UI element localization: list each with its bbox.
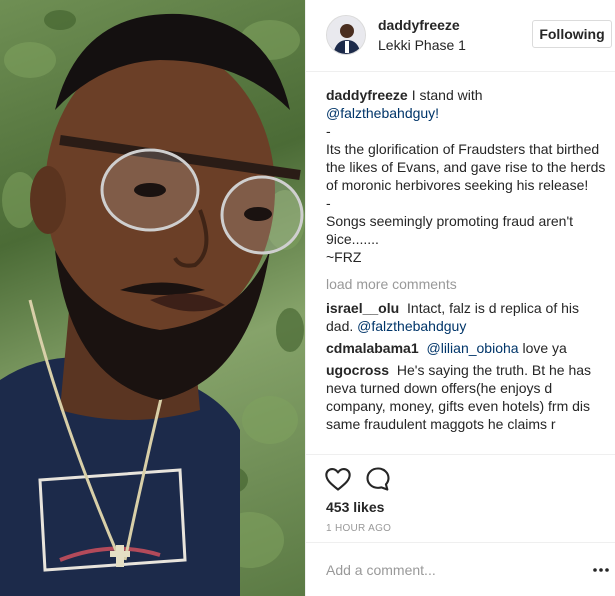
caption-signoff: ~FRZ	[326, 249, 362, 265]
post-photo[interactable]	[0, 0, 305, 596]
comment-username[interactable]: ugocross	[326, 362, 389, 378]
heart-icon[interactable]	[324, 465, 352, 493]
comment-bubble-icon[interactable]	[364, 465, 392, 493]
post-header: daddyfreeze Lekki Phase 1 Following	[306, 0, 615, 72]
add-comment-input[interactable]	[326, 557, 566, 583]
caption-username[interactable]: daddyfreeze	[326, 87, 408, 103]
caption-line1: I stand with	[411, 87, 483, 103]
avatar-image	[327, 16, 365, 54]
comment-item: cdmalabama1 @lilian_obioha love ya	[326, 339, 606, 357]
comment-username[interactable]: cdmalabama1	[326, 340, 419, 356]
header-username[interactable]: daddyfreeze	[378, 17, 460, 33]
caption: daddyfreeze I stand with @falzthebahdguy!…	[326, 86, 606, 266]
add-comment-bar	[306, 542, 615, 596]
caption-separator: -	[326, 123, 331, 139]
more-options-icon[interactable]	[592, 561, 610, 579]
comment-mention[interactable]: @lilian_obioha	[427, 340, 519, 356]
caption-body: Its the glorification of Fraudsters that…	[326, 141, 606, 193]
comment-text: love ya	[522, 340, 567, 356]
caption-body: Songs seemingly promoting fraud aren't 9…	[326, 213, 574, 247]
caption-separator: -	[326, 195, 331, 211]
load-more-comments-link[interactable]: load more comments	[326, 275, 606, 293]
comment-mention[interactable]: @falzthebahdguy	[357, 318, 466, 334]
comments-section[interactable]: daddyfreeze I stand with @falzthebahdguy!…	[326, 86, 606, 454]
portrait-illustration	[0, 10, 305, 596]
comment-item: ugocross He's saying the truth. Bt he ha…	[326, 361, 606, 433]
likes-count[interactable]: 453 likes	[326, 499, 384, 515]
post-timestamp: 1 HOUR AGO	[326, 523, 392, 534]
post-details-panel: daddyfreeze Lekki Phase 1 Following dadd…	[305, 0, 615, 596]
comment-item: israel__olu Intact, falz is d replica of…	[326, 299, 606, 335]
comment-username[interactable]: israel__olu	[326, 300, 399, 316]
caption-mention[interactable]: @falzthebahdguy!	[326, 105, 439, 121]
post-actions: 453 likes 1 HOUR AGO	[306, 454, 615, 542]
location-link[interactable]: Lekki Phase 1	[378, 37, 466, 53]
avatar[interactable]	[326, 15, 366, 55]
following-button[interactable]: Following	[532, 20, 612, 48]
